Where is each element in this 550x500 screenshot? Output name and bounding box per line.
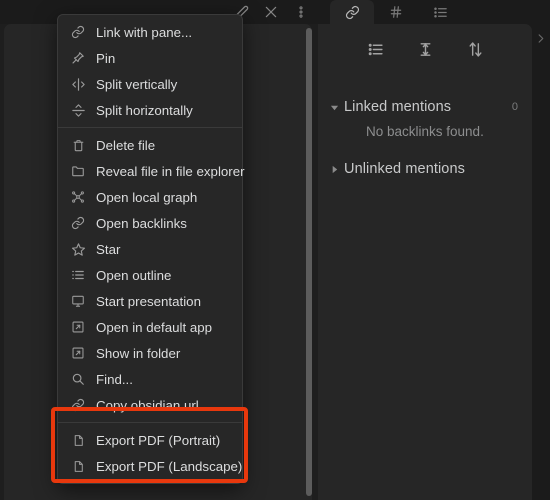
menu-item-star[interactable]: Star	[58, 236, 242, 262]
outline-icon	[70, 267, 86, 283]
close-icon[interactable]	[262, 3, 280, 21]
menu-separator	[58, 127, 242, 128]
pane-header-actions	[232, 0, 310, 24]
file-icon	[70, 432, 86, 448]
file-context-menu[interactable]: Link with pane... Pin Split vertically S…	[57, 14, 245, 484]
menu-item-label: Start presentation	[96, 293, 201, 309]
menu-item-find[interactable]: Find...	[58, 366, 242, 392]
pin-icon	[70, 50, 86, 66]
obsidian-window: Linked mentions 0 No backlinks found. Un…	[0, 0, 550, 500]
collapse-sidebar-button[interactable]	[533, 28, 547, 48]
menu-item-label: Star	[96, 241, 121, 257]
menu-item-reveal-in-file-explorer[interactable]: Reveal file in file explorer	[58, 158, 245, 184]
star-icon	[70, 241, 86, 257]
file-icon	[70, 458, 86, 474]
tab-backlinks[interactable]	[330, 0, 374, 24]
more-options-icon[interactable]	[292, 3, 310, 21]
menu-item-open-outline[interactable]: Open outline	[58, 262, 242, 288]
menu-item-label: Export PDF (Portrait)	[96, 432, 221, 448]
menu-item-label: Split horizontally	[96, 102, 193, 118]
linked-mentions-title: Linked mentions	[344, 99, 452, 115]
no-backlinks-text: No backlinks found.	[366, 124, 484, 139]
show-context-icon[interactable]	[415, 39, 435, 59]
menu-item-split-vertically[interactable]: Split vertically	[58, 71, 242, 97]
menu-item-label: Show in folder	[96, 345, 181, 361]
link-icon	[70, 397, 86, 413]
menu-item-link-with-pane[interactable]: Link with pane...	[58, 19, 242, 45]
menu-item-label: Delete file	[96, 137, 156, 153]
presentation-icon	[70, 293, 86, 309]
menu-item-label: Open backlinks	[96, 215, 187, 231]
chevron-down-icon	[328, 101, 340, 113]
menu-separator	[58, 422, 242, 423]
external-app-icon	[70, 345, 86, 361]
menu-item-open-in-default-app[interactable]: Open in default app	[58, 314, 242, 340]
trash-icon	[70, 137, 86, 153]
menu-item-open-local-graph[interactable]: Open local graph	[58, 184, 242, 210]
split-horizontal-icon	[70, 102, 86, 118]
menu-item-label: Open in default app	[96, 319, 213, 335]
graph-icon	[70, 189, 86, 205]
external-app-icon	[70, 319, 86, 335]
menu-item-show-in-folder[interactable]: Show in folder	[58, 340, 242, 366]
menu-item-label: Reveal file in file explorer	[96, 163, 245, 179]
chevron-right-icon	[328, 163, 340, 175]
tab-outline[interactable]	[418, 0, 462, 24]
menu-item-label: Open outline	[96, 267, 172, 283]
sort-icon[interactable]	[465, 39, 485, 59]
vertical-scrollbar[interactable]	[306, 28, 312, 496]
menu-item-label: Open local graph	[96, 189, 198, 205]
unlinked-mentions-title: Unlinked mentions	[344, 161, 465, 177]
menu-item-label: Link with pane...	[96, 24, 193, 40]
link-icon	[70, 215, 86, 231]
menu-item-open-backlinks[interactable]: Open backlinks	[58, 210, 242, 236]
search-icon	[70, 371, 86, 387]
section-unlinked-mentions[interactable]: Unlinked mentions	[318, 158, 532, 180]
menu-item-delete-file[interactable]: Delete file	[58, 132, 242, 158]
section-linked-mentions[interactable]: Linked mentions 0	[318, 96, 532, 118]
menu-item-split-horizontally[interactable]: Split horizontally	[58, 97, 242, 123]
backlinks-panel: Linked mentions 0 No backlinks found. Un…	[318, 24, 532, 500]
menu-item-copy-obsidian-url[interactable]: Copy obsidian url	[58, 392, 242, 418]
menu-item-export-pdf-landscape[interactable]: Export PDF (Landscape)	[58, 453, 242, 479]
sidebar-tab-bar	[318, 0, 550, 24]
tab-tags[interactable]	[374, 0, 418, 24]
menu-item-start-presentation[interactable]: Start presentation	[58, 288, 242, 314]
menu-item-label: Copy obsidian url	[96, 397, 199, 413]
backlinks-toolbar	[318, 34, 532, 64]
menu-item-label: Find...	[96, 371, 133, 387]
menu-item-label: Export PDF (Landscape)	[96, 458, 243, 474]
menu-item-label: Split vertically	[96, 76, 178, 92]
split-vertical-icon	[70, 76, 86, 92]
right-sidebar: Linked mentions 0 No backlinks found. Un…	[318, 0, 550, 500]
link-icon	[70, 24, 86, 40]
menu-item-label: Pin	[96, 50, 116, 66]
menu-item-pin[interactable]: Pin	[58, 45, 242, 71]
folder-icon	[70, 163, 86, 179]
linked-mentions-count: 0	[511, 101, 518, 113]
collapse-results-icon[interactable]	[365, 39, 385, 59]
menu-item-export-pdf-portrait[interactable]: Export PDF (Portrait)	[58, 427, 242, 453]
